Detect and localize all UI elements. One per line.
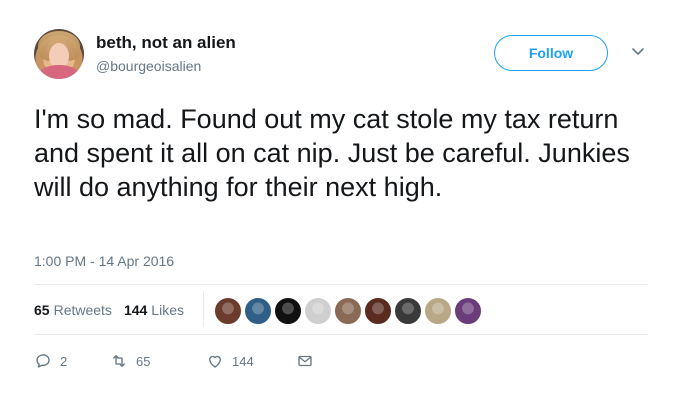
divider [34,334,648,335]
chevron-down-icon[interactable] [630,43,646,59]
liker-avatar[interactable] [334,297,362,325]
liker-avatars [214,297,484,325]
likes-label: Likes [151,302,184,318]
tweet-stats: 65 Retweets 144 Likes [34,302,196,318]
tweet-timestamp[interactable]: 1:00 PM - 14 Apr 2016 [34,253,174,269]
like-action[interactable]: 144 [206,352,296,370]
tweet-text: I'm so mad. Found out my cat stole my ta… [34,104,630,202]
reply-action[interactable]: 2 [34,352,110,370]
retweets-stat[interactable]: 65 Retweets [34,302,112,318]
liker-avatar[interactable] [454,297,482,325]
retweet-icon [113,355,125,367]
reply-count: 2 [60,353,68,369]
like-icon [209,355,221,368]
reply-icon [36,354,50,368]
liker-avatar[interactable] [424,297,452,325]
liker-avatar[interactable] [214,297,242,325]
likes-stat[interactable]: 144 Likes [124,302,184,318]
like-count: 144 [232,353,254,369]
retweets-count: 65 [34,302,50,318]
author-display-name[interactable]: beth, not an alien [96,33,236,53]
retweet-action[interactable]: 65 [110,352,206,370]
stats-separator [203,291,204,327]
message-icon [298,355,312,367]
author-handle[interactable]: @bourgeoisalien [96,58,201,74]
follow-button[interactable]: Follow [494,35,608,71]
liker-avatar[interactable] [394,297,422,325]
direct-message-action[interactable] [296,352,314,370]
avatar-scarf [40,65,78,79]
tweet-actions: 2 65 144 [34,352,314,370]
liker-avatar[interactable] [364,297,392,325]
retweet-count: 65 [136,353,151,369]
avatar[interactable] [34,29,84,79]
liker-avatar[interactable] [304,297,332,325]
liker-avatar[interactable] [274,297,302,325]
retweets-label: Retweets [53,302,112,318]
liker-avatar[interactable] [244,297,272,325]
divider [34,284,648,285]
likes-count: 144 [123,302,148,318]
